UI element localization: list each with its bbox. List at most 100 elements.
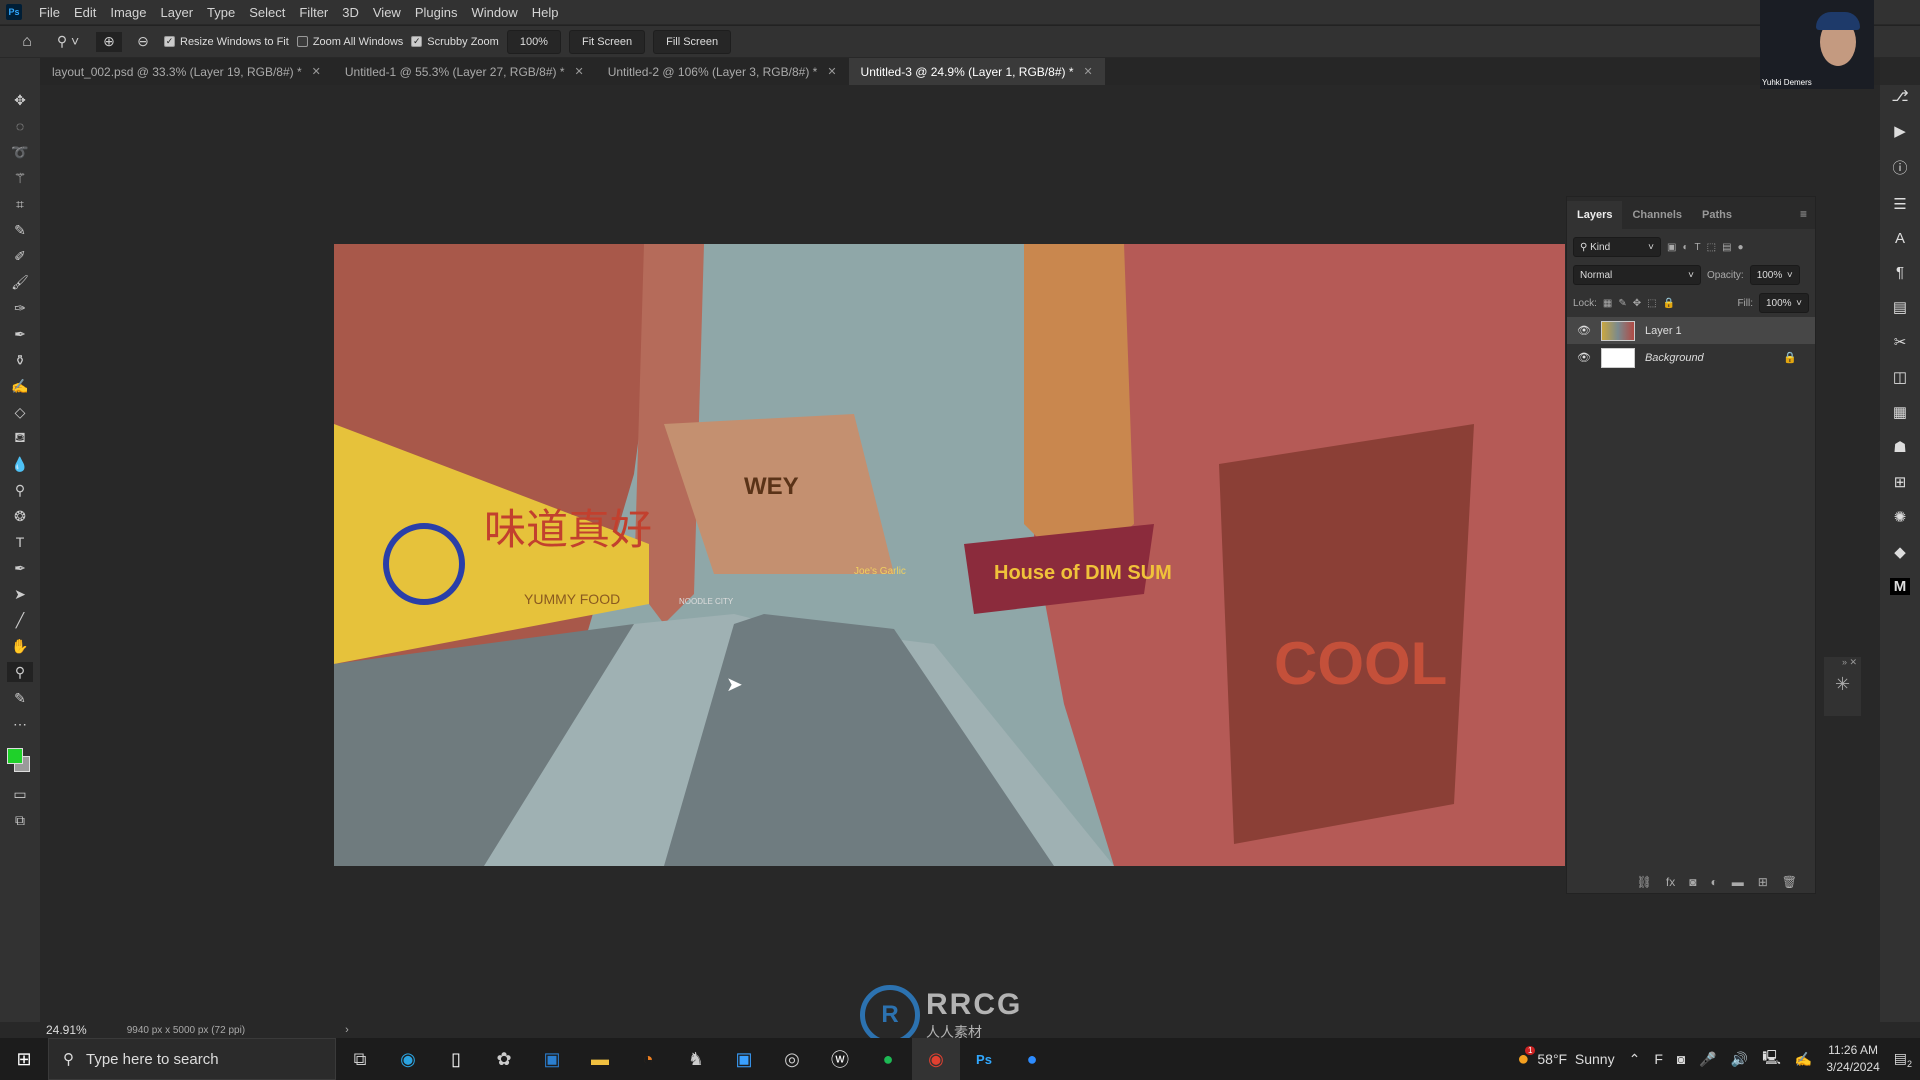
marquee-tool-icon[interactable]: ◌ [7,116,33,136]
app-icon[interactable]: ✿ [480,1038,528,1080]
chrome-icon[interactable]: ◉ [912,1038,960,1080]
tab-layout-002[interactable]: layout_002.psd @ 33.3% (Layer 19, RGB/8#… [40,58,333,85]
type-filter-icon[interactable]: T [1695,242,1701,253]
layer-name[interactable]: Background [1645,352,1704,364]
zoom-tool-icon[interactable]: ⚲ [7,662,33,682]
grid-icon[interactable]: ⊞ [1890,473,1910,491]
smart-object-filter-icon[interactable]: ▤ [1722,242,1731,253]
menu-image[interactable]: Image [103,5,153,20]
layer-name[interactable]: Layer 1 [1645,325,1682,337]
app-w-icon[interactable]: ⓦ [816,1038,864,1080]
menu-type[interactable]: Type [200,5,242,20]
zoom-in-icon[interactable]: ⊕ [96,31,122,52]
menu-plugins[interactable]: Plugins [408,5,465,20]
app-blue-icon[interactable]: ▣ [720,1038,768,1080]
tab-untitled-1[interactable]: Untitled-1 @ 55.3% (Layer 27, RGB/8#) * ✕ [333,58,596,85]
file-icon[interactable]: ▯ [432,1038,480,1080]
menu-select[interactable]: Select [242,5,292,20]
network-icon[interactable]: 🖳 [1762,1047,1781,1071]
collapse-close-icon[interactable]: » ✕ [1824,657,1861,668]
menu-filter[interactable]: Filter [292,5,335,20]
taskbar-search[interactable]: ⚲ Type here to search [48,1038,336,1080]
close-icon[interactable]: ✕ [312,65,321,78]
game-app-icon[interactable]: ♞ [672,1038,720,1080]
status-arrow-icon[interactable]: › [345,1024,349,1036]
libraries-icon[interactable]: ☗ [1890,438,1910,456]
spotify-icon[interactable]: ● [864,1038,912,1080]
move-tool-icon[interactable]: ✥ [7,90,33,110]
adjustment-filter-icon[interactable]: ◐ [1682,242,1688,253]
clone-source-icon[interactable]: ◫ [1890,368,1910,386]
paint-bucket-icon[interactable]: ⛾ [7,428,33,448]
zoom-value-field[interactable]: 100% [506,29,561,54]
add-mask-icon[interactable]: ◙ [1689,875,1696,889]
quick-mask-icon[interactable]: ▭ [7,784,33,804]
filter-toggle-icon[interactable]: ● [1738,242,1744,253]
lock-all-icon[interactable]: 🔒 [1663,298,1675,309]
new-group-icon[interactable]: ▬ [1732,875,1744,889]
tab-layers[interactable]: Layers [1567,201,1623,229]
crop-tool-icon[interactable]: ⌗ [7,194,33,214]
brush-settings-icon[interactable]: ✳ [1824,674,1861,695]
healing-brush-icon[interactable]: ✐ [7,246,33,266]
visibility-eye-icon[interactable]: 👁 [1577,324,1591,337]
menu-view[interactable]: View [366,5,408,20]
foreground-color-swatch[interactable] [7,748,23,764]
swatches-icon[interactable]: ▦ [1890,403,1910,421]
magic-wand-icon[interactable]: ⚚ [7,168,33,188]
color-swatches[interactable] [5,744,35,778]
more-tools-icon[interactable]: ⋯ [7,714,33,734]
shape-filter-icon[interactable]: ⬚ [1707,242,1716,253]
fill-screen-button[interactable]: Fill Screen [653,29,732,54]
type-tool-icon[interactable]: T [7,532,33,552]
history-icon[interactable]: ⎇ [1890,87,1910,105]
close-icon[interactable]: ✕ [1084,65,1093,78]
fx-icon[interactable]: fx [1666,875,1675,889]
menu-window[interactable]: Window [464,5,524,20]
tab-channels[interactable]: Channels [1622,209,1692,229]
obs-icon[interactable]: ◎ [768,1038,816,1080]
adjustment-layer-icon[interactable]: ◐ [1710,875,1717,889]
path-selection-icon[interactable]: ➤ [7,584,33,604]
blur-tool-icon[interactable]: 💧 [7,454,33,474]
hand-tool-icon[interactable]: ✋ [7,636,33,656]
character-icon[interactable]: A [1890,230,1910,247]
home-icon[interactable]: ⌂ [14,32,40,52]
zoom-all-windows-checkbox[interactable]: Zoom All Windows [296,36,403,48]
app-store-icon[interactable]: ▣ [528,1038,576,1080]
properties-icon[interactable]: ☰ [1890,195,1910,213]
actions-play-icon[interactable]: ▶ [1890,122,1910,140]
pixel-filter-icon[interactable]: ▣ [1667,242,1676,253]
layer-row-background[interactable]: 👁 Background 🔒 [1567,344,1815,371]
tab-paths[interactable]: Paths [1692,209,1742,229]
tab-untitled-2[interactable]: Untitled-2 @ 106% (Layer 3, RGB/8#) * ✕ [596,58,849,85]
lasso-tool-icon[interactable]: ➰ [7,142,33,162]
shapes-icon[interactable]: ◆ [1890,543,1910,561]
link-layers-icon[interactable]: ⛓ [1637,875,1652,889]
blender-icon[interactable]: ◔ [624,1038,672,1080]
show-hidden-icons[interactable]: ⌃ [1629,1051,1641,1068]
blend-mode-select[interactable]: Normal ˅ [1573,265,1701,285]
paragraph-icon[interactable]: ¶ [1890,264,1910,281]
new-layer-icon[interactable]: ⊞ [1758,875,1768,889]
plugin-m-icon[interactable]: M [1890,578,1910,595]
lock-transparent-icon[interactable]: ▦ [1603,298,1612,309]
screen-mode-icon[interactable]: ⧉ [7,810,33,830]
line-tool-icon[interactable]: ╱ [7,610,33,630]
close-icon[interactable]: ✕ [827,65,836,78]
kind-filter-select[interactable]: ⚲ Kind ˅ [1573,237,1661,257]
opacity-field[interactable]: 100% ˅ [1749,265,1800,285]
stamp-tool-icon[interactable]: ⚱ [7,350,33,370]
task-view-icon[interactable]: ⧉ [336,1038,384,1080]
close-icon[interactable]: ✕ [575,65,584,78]
windows-start-icon[interactable]: ⊞ [0,1038,48,1080]
volume-icon[interactable]: 🔊 [1731,1051,1748,1068]
file-explorer-icon[interactable]: ▬ [576,1038,624,1080]
microphone-icon[interactable]: 🎤 [1699,1051,1716,1068]
visibility-eye-icon[interactable]: 👁 [1577,351,1591,364]
lock-pixels-icon[interactable]: ✎ [1618,298,1626,309]
fit-screen-button[interactable]: Fit Screen [568,29,646,54]
edge-icon[interactable]: ◉ [384,1038,432,1080]
menu-layer[interactable]: Layer [154,5,201,20]
panel-menu-icon[interactable]: ≡ [1792,207,1815,229]
